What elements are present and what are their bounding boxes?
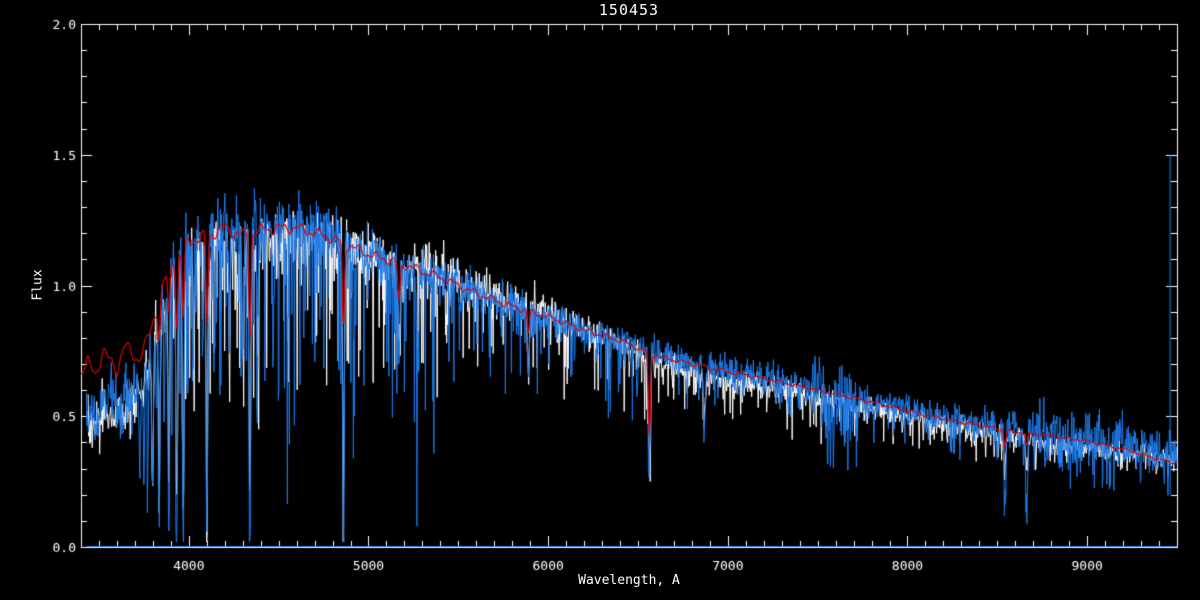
x-axis-title: Wavelength, A — [578, 573, 680, 588]
y-axis-title: Flux — [30, 269, 46, 301]
spectrum-chart: 150453 Wavelength, A Flux — [0, 0, 1200, 600]
page-title: 150453 — [598, 1, 660, 19]
spectrum-plot-canvas — [0, 0, 1200, 600]
